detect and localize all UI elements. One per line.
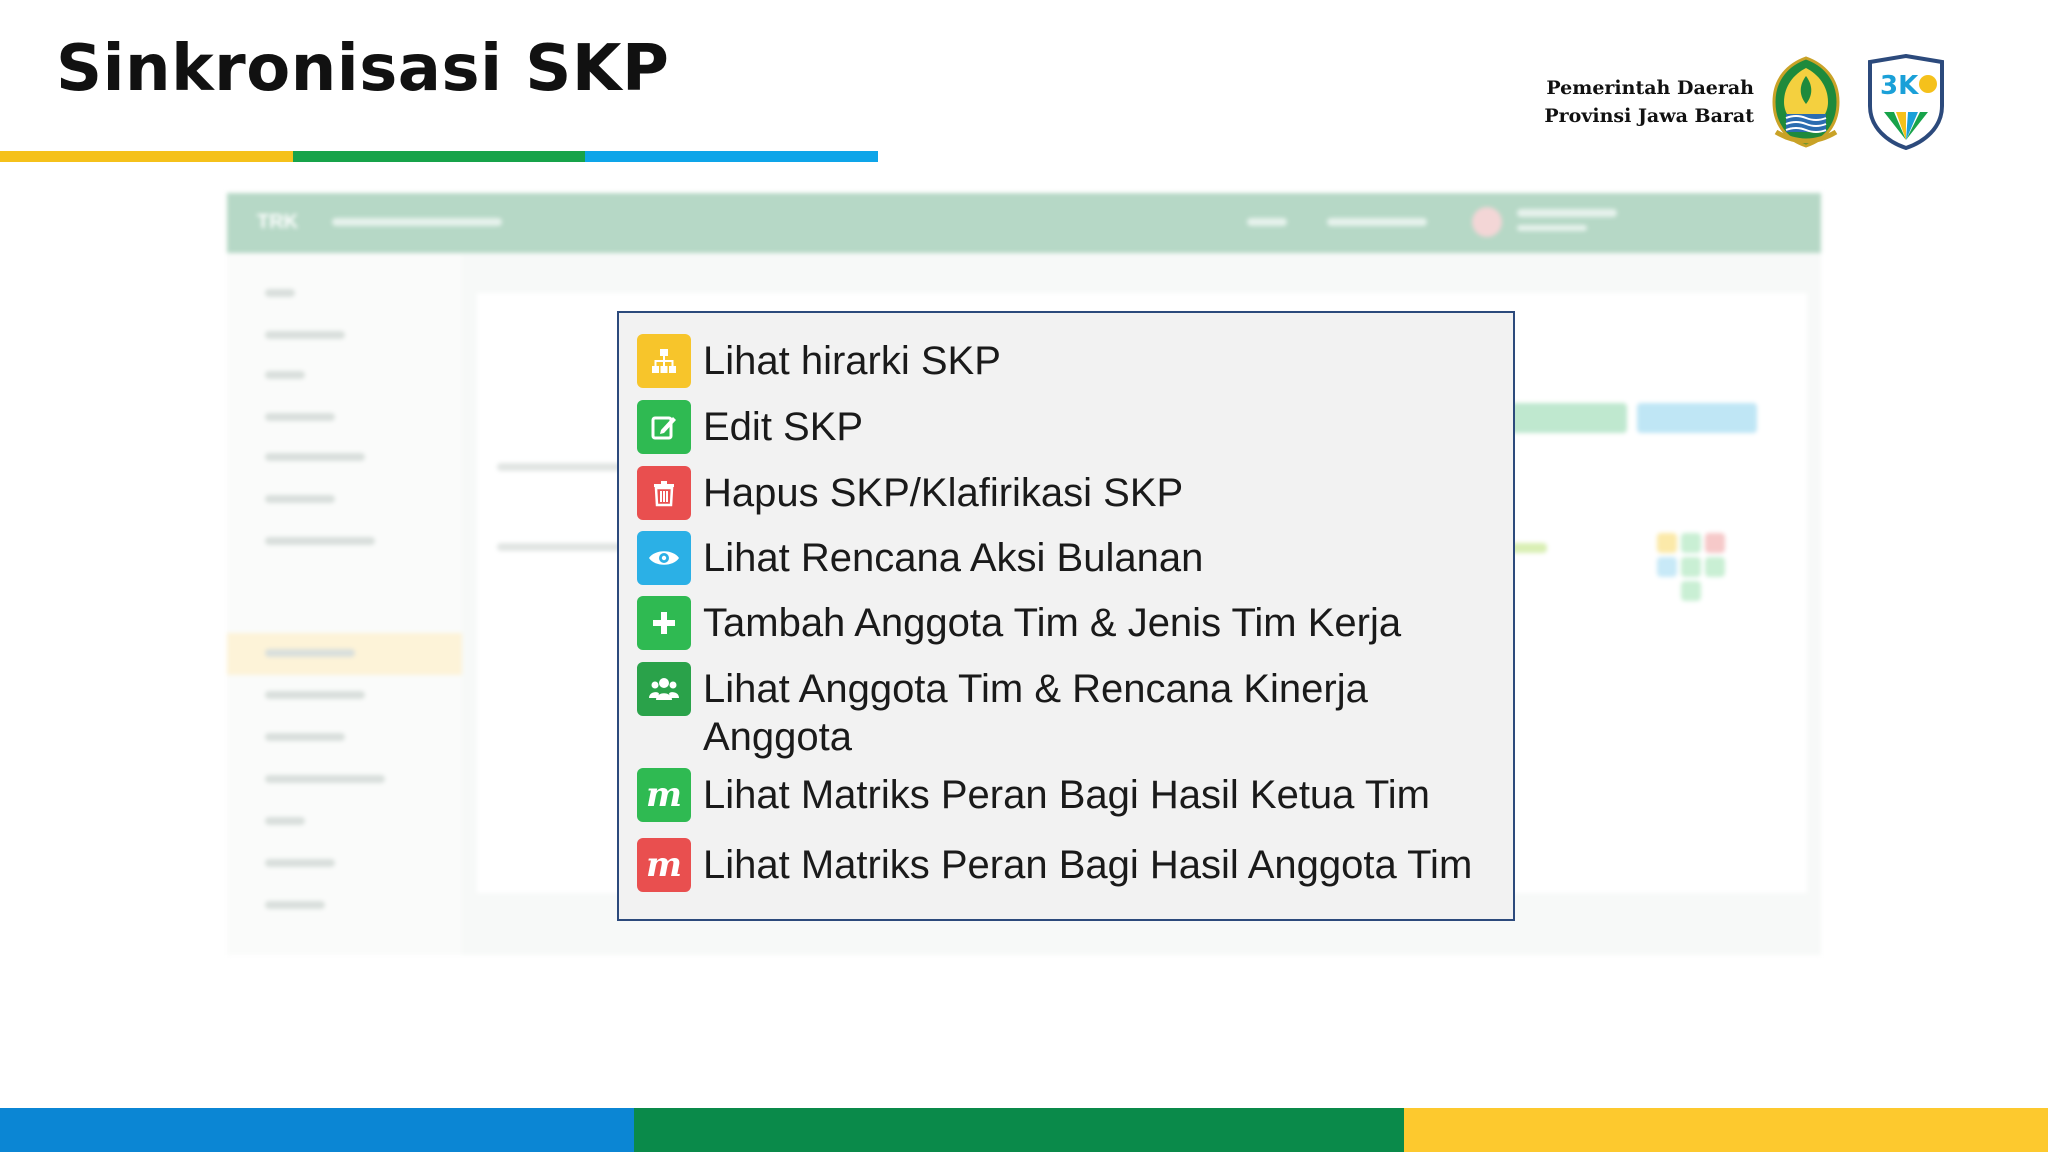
legend-item-view-plan: Lihat Rencana Aksi Bulanan (637, 531, 1503, 585)
footer-green (634, 1108, 1404, 1152)
app-side-line (265, 289, 295, 297)
jawa-barat-crest-logo (1772, 56, 1840, 148)
app-side-line (265, 691, 365, 699)
app-avatar (1472, 207, 1502, 237)
app-action-icon (1705, 557, 1725, 577)
app-table-header (497, 463, 627, 471)
app-side-line (265, 817, 305, 825)
app-action-icon (1681, 533, 1701, 553)
app-topbar: TRK (227, 193, 1821, 253)
legend-label: Edit SKP (703, 405, 864, 449)
app-brand: TRK (257, 211, 299, 233)
users-icon (637, 662, 691, 716)
footer-blue (0, 1108, 634, 1152)
matrix-icon: m (637, 838, 691, 892)
footer-color-bar (0, 1108, 2048, 1152)
app-action-icon (1681, 557, 1701, 577)
app-side-line (265, 859, 335, 867)
app-side-line (265, 649, 355, 657)
eye-icon (637, 531, 691, 585)
app-side-line (265, 901, 325, 909)
edit-icon (637, 400, 691, 454)
app-topbar-link (1327, 218, 1427, 226)
app-side-line (265, 495, 335, 503)
legend-label: Lihat Rencana Aksi Bulanan (703, 536, 1204, 580)
app-action-icon (1705, 533, 1725, 553)
app-side-line (265, 331, 345, 339)
hierarchy-icon (637, 334, 691, 388)
app-side-line (265, 733, 345, 741)
app-action-icon (1681, 581, 1701, 601)
app-side-line (265, 537, 375, 545)
trash-icon (637, 466, 691, 520)
organization-name: Pemerintah Daerah Provinsi Jawa Barat (1544, 74, 1754, 130)
plus-icon (637, 596, 691, 650)
action-icon-legend: Lihat hirarki SKP Edit SKP Hapus SKP/Kla… (617, 311, 1515, 921)
underline-yellow (0, 151, 293, 162)
legend-label: Lihat Matriks Peran Bagi Hasil Anggota T… (703, 843, 1473, 887)
legend-item-add-member: Tambah Anggota Tim & Jenis Tim Kerja (637, 596, 1503, 650)
app-side-line (265, 413, 335, 421)
legend-item-matrix-leader: m Lihat Matriks Peran Bagi Hasil Ketua T… (637, 768, 1503, 822)
app-user-role (1517, 225, 1587, 231)
app-blue-button (1637, 403, 1757, 433)
legend-label: Lihat hirarki SKP (703, 339, 1001, 383)
legend-label: Lihat Matriks Peran Bagi Hasil Ketua Tim (703, 773, 1430, 817)
app-topbar-subtitle (332, 218, 502, 226)
app-action-icon (1657, 557, 1677, 577)
legend-item-view-members: Lihat Anggota Tim & Rencana Kinerja Angg… (637, 662, 1503, 761)
matrix-icon: m (637, 768, 691, 822)
legend-label: Lihat Anggota Tim & Rencana Kinerja Angg… (703, 667, 1368, 759)
org-line-2: Provinsi Jawa Barat (1544, 105, 1754, 127)
app-side-line (265, 453, 365, 461)
legend-label: Tambah Anggota Tim & Jenis Tim Kerja (703, 601, 1402, 645)
app-user-name (1517, 209, 1617, 217)
footer-yellow (1404, 1108, 2048, 1152)
app-topbar-badge (1247, 218, 1287, 226)
app-green-button (1507, 403, 1627, 433)
legend-item-matrix-member: m Lihat Matriks Peran Bagi Hasil Anggota… (637, 838, 1503, 892)
app-table-cell (497, 543, 637, 551)
slide-title: Sinkronisasi SKP (56, 32, 670, 106)
app-side-line (265, 371, 305, 379)
app-action-icon (1657, 533, 1677, 553)
legend-item-hierarchy: Lihat hirarki SKP (637, 334, 1503, 388)
underline-blue (585, 151, 879, 162)
svg-text:3K: 3K (1880, 71, 1919, 101)
app-sidebar (227, 253, 462, 955)
bkd-logo: 3K (1868, 54, 1944, 150)
title-underline (0, 151, 879, 162)
legend-item-edit: Edit SKP (637, 400, 1503, 454)
org-line-1: Pemerintah Daerah (1546, 77, 1754, 99)
app-side-line (265, 775, 385, 783)
legend-item-delete: Hapus SKP/Klafirikasi SKP (637, 466, 1503, 520)
underline-green (292, 151, 586, 162)
legend-label: Hapus SKP/Klafirikasi SKP (703, 471, 1184, 515)
